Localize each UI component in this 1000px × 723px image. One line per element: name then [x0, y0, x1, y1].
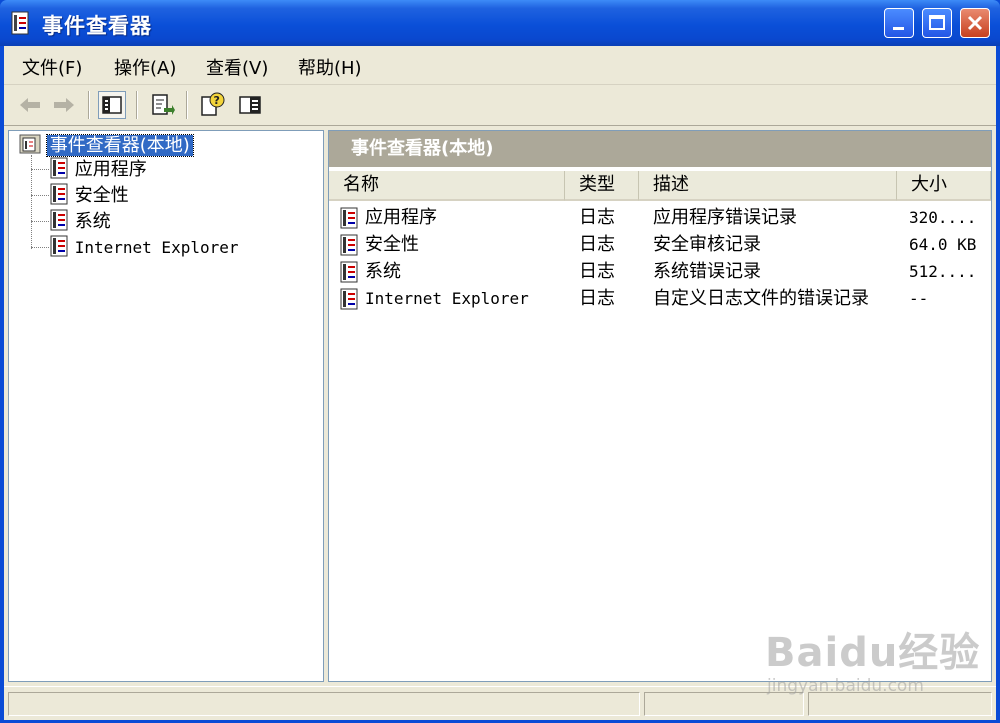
window-title: 事件查看器 [42, 14, 152, 38]
maximize-icon [929, 15, 945, 30]
event-viewer-root-icon [19, 134, 41, 154]
cell-description: 安全审核记录 [653, 234, 761, 255]
tree-pane[interactable]: 事件查看器(本地) 应用程序 安全性 系统 Internet Explorer [8, 130, 324, 682]
cell-type: 日志 [579, 234, 615, 255]
tree-root-label: 事件查看器(本地) [45, 134, 194, 157]
cell-name: 应用程序 [365, 207, 437, 228]
maximize-button[interactable] [922, 8, 952, 38]
toolbar-separator [88, 91, 90, 119]
minimize-button[interactable] [884, 8, 914, 38]
tree-item-system[interactable]: 系统 [49, 209, 111, 233]
tree-connector [31, 221, 49, 222]
cell-type: 日志 [579, 207, 615, 228]
event-log-icon [11, 11, 29, 35]
cell-name: Internet Explorer [365, 289, 529, 308]
log-icon [50, 183, 68, 205]
event-viewer-window: 事件查看器 文件(F) 操作(A) 查看(V) 帮助(H) ? 事件查看器(本地… [0, 0, 1000, 723]
show-hide-tree-button[interactable] [98, 91, 126, 119]
log-icon [50, 209, 68, 231]
svg-text:?: ? [214, 94, 220, 107]
watermark-url: jingyan.baidu.com [767, 676, 924, 696]
menu-bar: 文件(F) 操作(A) 查看(V) 帮助(H) [4, 46, 996, 85]
menu-file[interactable]: 文件(F) [22, 54, 82, 80]
minimize-icon [893, 27, 904, 30]
table-row[interactable]: 系统 日志 系统错误记录 512.... [329, 258, 991, 285]
table-row[interactable]: 应用程序 日志 应用程序错误记录 320.... [329, 204, 991, 231]
log-icon [50, 157, 68, 179]
cell-size: -- [909, 289, 929, 308]
tree-item-internet-explorer[interactable]: Internet Explorer [49, 235, 239, 259]
table-row[interactable]: 安全性 日志 安全审核记录 64.0 KB [329, 231, 991, 258]
log-icon [340, 261, 358, 283]
watermark-logo: Baidu经验 [765, 630, 981, 676]
status-cell [8, 692, 640, 716]
log-icon [340, 207, 358, 229]
tree-connector [31, 169, 49, 170]
cell-type: 日志 [579, 261, 615, 282]
cell-size: 320.... [909, 208, 977, 227]
toolbar: ? [4, 85, 996, 126]
tree-item-label: 安全性 [74, 185, 129, 206]
cell-name: 系统 [365, 261, 401, 282]
tree-item-label: 应用程序 [74, 159, 147, 180]
tree-connector [31, 195, 49, 196]
console-pane-icon[interactable] [236, 91, 264, 119]
menu-help[interactable]: 帮助(H) [298, 54, 362, 80]
toolbar-separator [136, 91, 138, 119]
cell-type: 日志 [579, 288, 615, 309]
cell-description: 系统错误记录 [653, 261, 761, 282]
menu-view[interactable]: 查看(V) [206, 54, 268, 80]
cell-description: 自定义日志文件的错误记录 [653, 288, 869, 309]
close-button[interactable] [960, 8, 990, 38]
pane-header: 事件查看器(本地) [329, 131, 991, 167]
column-header-description[interactable]: 描述 [639, 171, 897, 201]
baidu-watermark: Baidu经验 jingyan.baidu.com [765, 620, 985, 710]
tree-item-security[interactable]: 安全性 [49, 183, 129, 207]
client-area: 文件(F) 操作(A) 查看(V) 帮助(H) ? 事件查看器(本地) 应用程序… [4, 46, 996, 720]
cell-name: 安全性 [365, 234, 419, 255]
log-icon [340, 288, 358, 310]
toolbar-separator [186, 91, 188, 119]
cell-description: 应用程序错误记录 [653, 207, 797, 228]
title-bar[interactable]: 事件查看器 [0, 0, 1000, 46]
menu-action[interactable]: 操作(A) [114, 54, 176, 80]
details-pane: 事件查看器(本地) 名称 类型 描述 大小 应用程序 日志 应用程序错误记录 3… [328, 130, 992, 682]
help-icon[interactable]: ? [198, 91, 226, 119]
log-icon [340, 234, 358, 256]
show-hide-tree-icon [102, 96, 122, 114]
export-list-icon[interactable] [148, 91, 176, 119]
tree-item-label: 系统 [74, 211, 111, 232]
tree-root[interactable]: 事件查看器(本地) [19, 133, 194, 157]
table-row[interactable]: Internet Explorer 日志 自定义日志文件的错误记录 -- [329, 285, 991, 312]
tree-item-application[interactable]: 应用程序 [49, 157, 147, 181]
tree-connector [31, 247, 49, 248]
column-header-name[interactable]: 名称 [329, 171, 565, 201]
cell-size: 64.0 KB [909, 235, 977, 254]
tree-item-label: Internet Explorer [74, 238, 239, 257]
cell-size: 512.... [909, 262, 977, 281]
back-arrow-icon[interactable] [16, 91, 44, 119]
column-header-type[interactable]: 类型 [565, 171, 639, 201]
close-icon [967, 15, 983, 31]
column-header-size[interactable]: 大小 [897, 171, 991, 201]
forward-arrow-icon[interactable] [50, 91, 78, 119]
log-icon [50, 235, 68, 257]
